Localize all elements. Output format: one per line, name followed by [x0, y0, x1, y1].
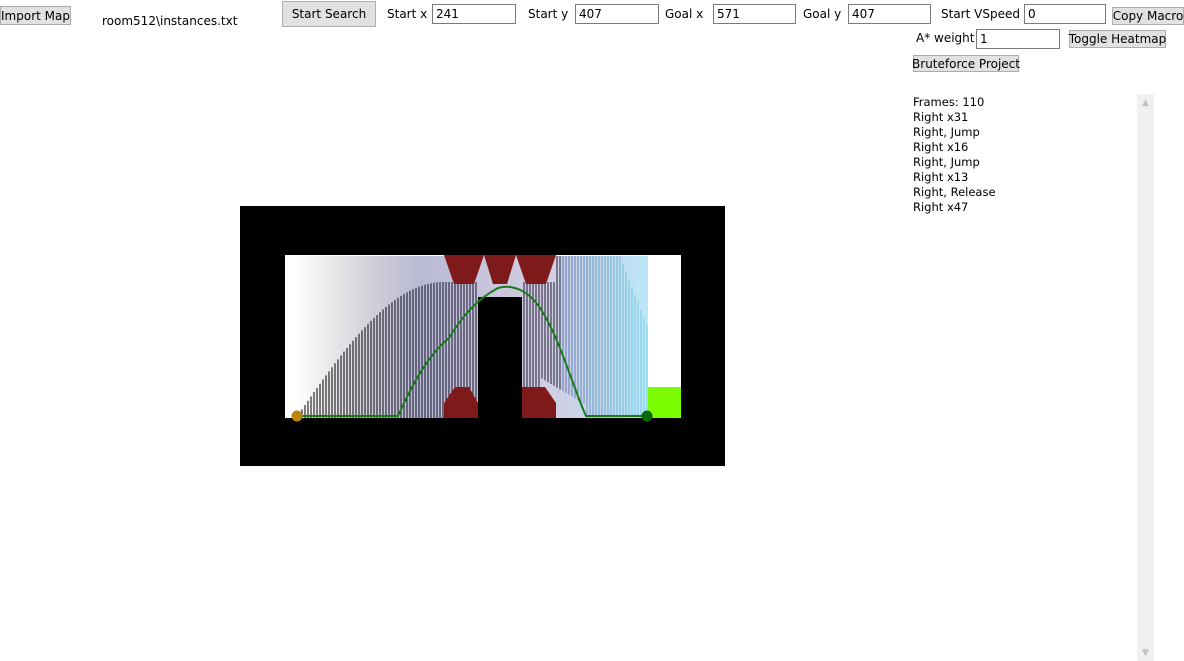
log-line: Right x13 — [913, 170, 969, 184]
log-line: Frames: 110 — [913, 95, 985, 109]
log-line: Right, Release — [913, 185, 996, 199]
log-line: Right x16 — [913, 140, 969, 154]
goal-block — [648, 387, 681, 418]
log-line: Right, Jump — [913, 125, 980, 139]
scroll-down-icon[interactable]: ▼ — [1137, 644, 1154, 661]
start-marker — [291, 410, 303, 422]
log-scrollbar[interactable]: ▲ ▼ — [1137, 94, 1154, 661]
scroll-up-icon[interactable]: ▲ — [1137, 94, 1154, 111]
goal-marker — [641, 410, 653, 422]
log-line: Right x31 — [913, 110, 969, 124]
log-line: Right x47 — [913, 200, 969, 214]
center-pillar — [478, 297, 522, 418]
log-line: Right, Jump — [913, 155, 980, 169]
macro-output-log: Frames: 110 Right x31 Right, Jump Right x16… — [913, 95, 1133, 215]
